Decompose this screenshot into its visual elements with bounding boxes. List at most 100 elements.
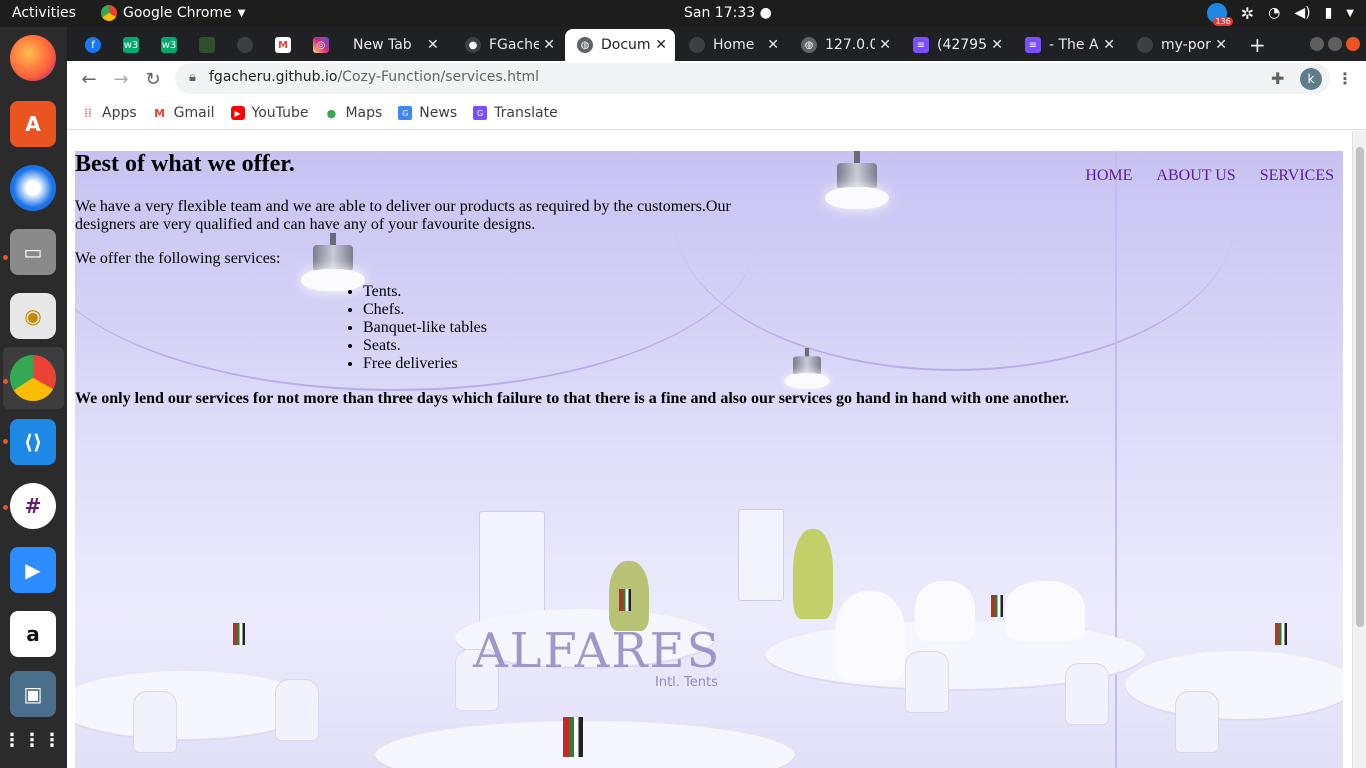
maximize-window-button[interactable]: [1328, 37, 1342, 51]
chrome-icon: [101, 5, 117, 21]
back-button[interactable]: ←: [77, 67, 101, 91]
firefox-icon[interactable]: [10, 35, 56, 81]
maps-pin-icon: ●: [326, 106, 337, 120]
address-bar[interactable]: 🔒︎ fgacheru.github.io/Cozy-Function/serv…: [175, 63, 1330, 94]
forward-button[interactable]: →: [109, 67, 133, 91]
bookmark-gmail[interactable]: M Gmail: [153, 105, 215, 121]
ceiling-lamp: [301, 233, 365, 293]
vscode-icon[interactable]: ⟨⟩: [10, 419, 56, 465]
close-tab-icon[interactable]: ✕: [1103, 37, 1115, 53]
software-center-icon[interactable]: A: [10, 101, 56, 147]
amazon-icon[interactable]: a: [10, 611, 56, 657]
clock-text: San 17:33: [684, 5, 756, 21]
chrome-menu-kebab-icon[interactable]: ⋮: [1337, 69, 1353, 88]
youtube-icon: ▶: [230, 106, 245, 120]
tab-pinned-6[interactable]: M: [263, 29, 299, 61]
bookmark-news[interactable]: G News: [398, 105, 457, 121]
bookmark-maps[interactable]: ● Maps: [324, 105, 383, 121]
address-url[interactable]: fgacheru.github.io/Cozy-Function/service…: [209, 69, 539, 85]
system-tray[interactable]: 136 ✲ ◔ ◀) ▮ ▼: [1206, 3, 1354, 26]
power-menu-icon[interactable]: ▼: [1346, 8, 1354, 19]
page-title: Best of what we offer.: [75, 151, 295, 177]
tab-pinned-2[interactable]: w3: [111, 29, 147, 61]
files-icon[interactable]: ▭: [10, 229, 56, 275]
reload-button[interactable]: ↻: [141, 67, 165, 91]
page-scrollbar[interactable]: [1352, 131, 1366, 768]
bookmark-youtube[interactable]: ▶ YouTube: [230, 105, 308, 121]
slack-icon[interactable]: #: [10, 483, 56, 529]
banquet-chair: [905, 651, 949, 713]
nav-link-home[interactable]: HOME: [1085, 167, 1132, 185]
lock-icon[interactable]: 🔒︎: [189, 70, 196, 85]
activities-button[interactable]: Activities: [12, 5, 76, 21]
bookmark-translate[interactable]: G Translate: [473, 105, 558, 121]
profile-avatar[interactable]: k: [1300, 68, 1322, 90]
tab-doc-2[interactable]: ≡ - The A ✕: [1013, 29, 1123, 61]
tab-pinned-1[interactable]: f: [73, 29, 109, 61]
site-nav: HOME ABOUT US SERVICES: [1085, 167, 1334, 185]
reload-icon: ↻: [145, 68, 161, 90]
close-tab-icon[interactable]: ✕: [543, 37, 555, 53]
tab-github[interactable]: ● FGache ✕: [453, 29, 563, 61]
network-status-icon[interactable]: ✲: [1241, 4, 1254, 23]
bookmark-label: Gmail: [173, 105, 215, 121]
clock[interactable]: San 17:33 ●: [684, 5, 772, 21]
tab-pinned-5[interactable]: [225, 29, 261, 61]
close-tab-icon[interactable]: ✕: [767, 37, 779, 53]
tab-localhost[interactable]: ◍ 127.0.0 ✕: [789, 29, 899, 61]
ubuntu-dock: A ▭ ◉ ⟨⟩ # ▶ a ▣ ⋮⋮⋮: [0, 27, 67, 768]
extensions-puzzle-icon[interactable]: ✚: [1271, 69, 1284, 88]
image-tile-seam: [1115, 151, 1117, 768]
zoom-icon[interactable]: ▶: [10, 547, 56, 593]
show-applications-icon[interactable]: ⋮⋮⋮: [3, 717, 61, 763]
tab-doc-1[interactable]: ≡ (42795 ✕: [901, 29, 1011, 61]
tab-portfolio[interactable]: my-por ✕: [1125, 29, 1235, 61]
screenshot-tool-icon[interactable]: ▣: [10, 671, 56, 717]
bookmark-label: News: [419, 105, 458, 121]
tab-new-tab[interactable]: New Tab ✕: [341, 29, 451, 61]
bookmark-apps[interactable]: ⁞⁞ Apps: [81, 105, 136, 121]
update-notifier-icon[interactable]: 136: [1206, 3, 1233, 26]
chrome-dock-icon[interactable]: [10, 355, 56, 401]
tab-title: New Tab: [353, 37, 412, 53]
generic-page-icon: [199, 37, 215, 53]
running-indicator: [3, 255, 8, 260]
thunderbird-icon[interactable]: [10, 165, 56, 211]
list-item: Seats.: [363, 337, 487, 355]
close-tab-icon[interactable]: ✕: [655, 37, 667, 53]
tab-document-active[interactable]: ◍ Docum ✕: [565, 29, 675, 61]
news-icon: G: [398, 106, 413, 120]
banquet-table: [375, 721, 795, 768]
app-menu[interactable]: Google Chrome ▼: [101, 5, 245, 21]
battery-icon[interactable]: ▮: [1325, 5, 1333, 21]
close-tab-icon[interactable]: ✕: [1215, 37, 1227, 53]
close-window-button[interactable]: [1346, 37, 1360, 51]
nav-link-services[interactable]: SERVICES: [1260, 167, 1334, 185]
wifi-icon[interactable]: ◔: [1268, 5, 1280, 21]
tab-pinned-4[interactable]: [187, 29, 223, 61]
close-tab-icon[interactable]: ✕: [991, 37, 1003, 53]
tab-title: 127.0.0: [825, 37, 876, 53]
w3-icon: w3: [161, 37, 177, 53]
banquet-chair: [1065, 663, 1109, 725]
list-item: Tents.: [363, 283, 487, 301]
tab-pinned-3[interactable]: w3: [149, 29, 185, 61]
rhythmbox-icon[interactable]: ◉: [10, 293, 56, 339]
banquet-table: [1125, 651, 1343, 721]
translate-icon: G: [473, 106, 488, 120]
generic-page-icon: [237, 37, 253, 53]
minimize-window-button[interactable]: [1310, 37, 1324, 51]
banquet-chair: [133, 691, 177, 753]
volume-icon[interactable]: ◀): [1294, 5, 1310, 21]
tab-home[interactable]: Home ✕: [677, 29, 787, 61]
close-tab-icon[interactable]: ✕: [427, 37, 439, 53]
scrollbar-thumb[interactable]: [1356, 147, 1364, 627]
new-tab-button[interactable]: +: [1241, 29, 1271, 61]
intro-paragraph: We have a very flexible team and we are …: [75, 198, 731, 233]
nav-link-about-us[interactable]: ABOUT US: [1156, 167, 1235, 185]
generic-page-icon: [689, 37, 705, 53]
globe-icon: ◍: [577, 37, 593, 53]
tent-interior-background-image: ALFARES Intl. Tents: [75, 151, 1343, 768]
tab-pinned-7[interactable]: ◎: [301, 29, 337, 61]
close-tab-icon[interactable]: ✕: [879, 37, 891, 53]
